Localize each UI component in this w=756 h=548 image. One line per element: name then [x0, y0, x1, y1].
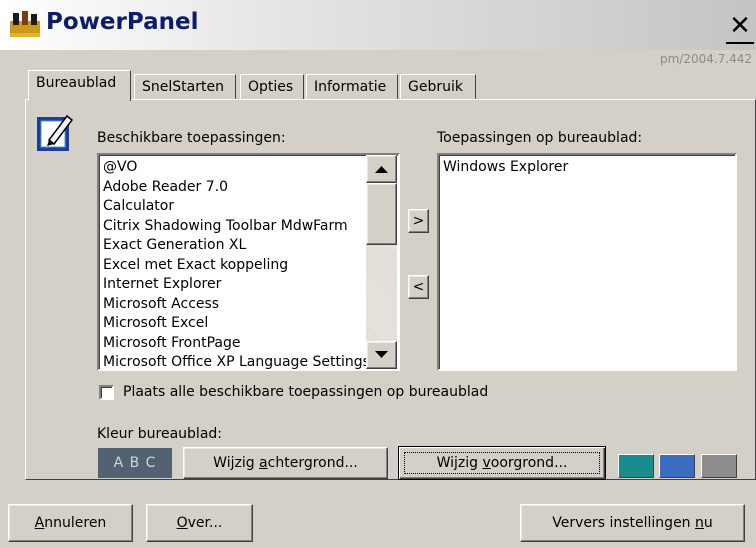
list-item[interactable]: Internet Explorer	[99, 275, 367, 295]
scroll-up-button[interactable]	[366, 155, 397, 183]
list-item[interactable]: Calculator	[99, 197, 367, 217]
color-swatch-gray[interactable]	[701, 454, 737, 478]
button-text: chtergrond...	[267, 455, 358, 471]
desktop-apps-label: Toepassingen op bureaublad:	[437, 130, 643, 146]
arrow-up-icon	[375, 166, 388, 173]
scroll-down-button[interactable]	[366, 341, 397, 369]
move-right-button[interactable]: >	[408, 209, 429, 233]
change-background-button[interactable]: Wijzig achtergrond...	[183, 447, 388, 479]
list-item[interactable]: Microsoft Excel	[99, 314, 367, 334]
available-apps-list[interactable]: @VO Adobe Reader 7.0 Calculator Citrix S…	[97, 153, 400, 371]
scroll-thumb[interactable]	[366, 183, 397, 245]
color-swatch-blue[interactable]	[659, 454, 695, 478]
tab-snelstarten[interactable]: SnelStarten	[134, 74, 236, 100]
button-text: u	[703, 515, 713, 531]
button-text: Ververs instellingen	[552, 515, 696, 531]
powerpanel-app-icon	[10, 11, 40, 37]
desktop-icon	[37, 114, 74, 151]
button-accel: O	[176, 515, 188, 531]
available-apps-label: Beschikbare toepassingen:	[97, 130, 286, 146]
button-text: nnuleren	[44, 515, 107, 531]
cancel-button[interactable]: Annuleren	[8, 504, 133, 542]
list-item[interactable]: Microsoft Office XP Language Settings	[99, 353, 367, 369]
button-text: Wijzig	[213, 455, 260, 471]
button-text: ver...	[187, 515, 223, 531]
tab-informatie[interactable]: Informatie	[306, 74, 398, 100]
list-item[interactable]: Microsoft Access	[99, 295, 367, 315]
list-item[interactable]: Citrix Shadowing Toolbar MdwFarm	[99, 217, 367, 237]
version-label: pm/2004.7.442	[660, 52, 753, 66]
desktop-apps-list[interactable]: Windows Explorer	[437, 153, 737, 371]
list-item[interactable]: Exact Generation XL	[99, 236, 367, 256]
list-item[interactable]: Excel met Exact koppeling	[99, 256, 367, 276]
arrow-down-icon	[375, 351, 388, 358]
refresh-settings-button[interactable]: Ververs instellingen nu	[520, 504, 745, 542]
color-preview: A B C	[98, 448, 172, 478]
list-item[interactable]: Microsoft FrontPage	[99, 334, 367, 354]
button-accel: A	[34, 515, 45, 531]
desktop-color-label: Kleur bureaublad:	[97, 426, 222, 442]
tab-gebruik[interactable]: Gebruik	[400, 74, 476, 100]
place-all-checkbox-label: Plaats alle beschikbare toepassingen op …	[123, 384, 489, 400]
about-button[interactable]: Over...	[146, 504, 253, 542]
button-accel: a	[259, 455, 268, 471]
move-left-button[interactable]: <	[408, 275, 429, 299]
place-all-checkbox[interactable]	[99, 385, 114, 400]
change-foreground-button[interactable]: Wijzig voorgrond...	[398, 446, 606, 480]
window-title: PowerPanel	[46, 9, 199, 35]
color-swatch-teal[interactable]	[618, 454, 654, 478]
tab-bureaublad[interactable]: Bureaublad	[28, 70, 131, 101]
close-button[interactable]: ✕	[726, 10, 754, 44]
tab-opties[interactable]: Opties	[240, 74, 304, 100]
button-accel: n	[695, 515, 704, 531]
list-item[interactable]: @VO	[99, 158, 367, 178]
list-item[interactable]: Windows Explorer	[439, 158, 735, 178]
list-item[interactable]: Adobe Reader 7.0	[99, 178, 367, 198]
